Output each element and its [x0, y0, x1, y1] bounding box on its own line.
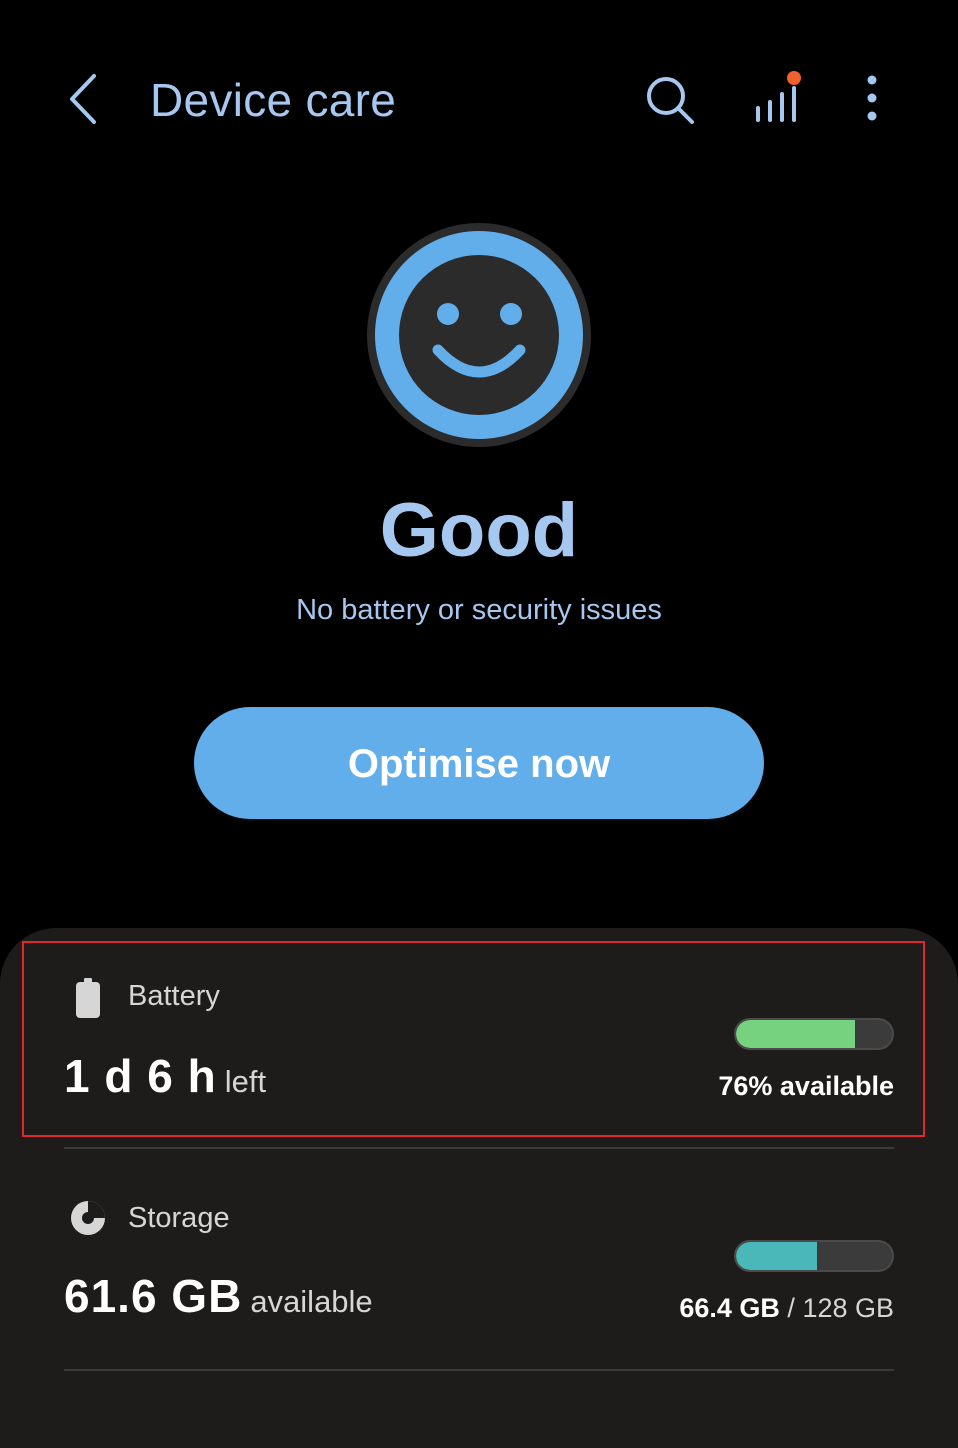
- page-title: Device care: [150, 74, 397, 126]
- app-bar: Device care: [0, 0, 958, 200]
- signal-bars-icon: [756, 71, 801, 122]
- status-label: Good: [379, 488, 579, 573]
- status-message: No battery or security issues: [296, 594, 662, 626]
- search-icon: [647, 77, 694, 124]
- usage-stats-button[interactable]: [748, 66, 808, 130]
- chevron-left-icon: [70, 74, 96, 124]
- storage-usage-bar: [734, 1240, 894, 1272]
- more-options-button[interactable]: [852, 70, 892, 130]
- notification-dot: [787, 71, 801, 85]
- storage-row[interactable]: Storage 61.6 GB available 66.4 GB / 128 G…: [0, 1182, 958, 1362]
- storage-usage-text: 66.4 GB / 128 GB: [679, 1293, 894, 1323]
- pie-chart-icon: [71, 1201, 105, 1235]
- smiley-face-icon: [367, 223, 591, 447]
- storage-label: Storage: [128, 1202, 230, 1234]
- row-divider: [64, 1147, 894, 1149]
- storage-available: 61.6 GB available: [64, 1266, 373, 1338]
- back-button[interactable]: [56, 66, 112, 132]
- optimise-now-button[interactable]: Optimise now: [194, 707, 764, 819]
- more-vertical-icon: [867, 75, 877, 121]
- storage-available-unit: available: [250, 1284, 373, 1319]
- row-divider: [64, 1369, 894, 1371]
- battery-highlight-outline: [22, 941, 925, 1137]
- storage-usage-fill: [736, 1242, 818, 1270]
- search-button[interactable]: [640, 70, 700, 130]
- storage-available-value: 61.6 GB: [64, 1270, 243, 1322]
